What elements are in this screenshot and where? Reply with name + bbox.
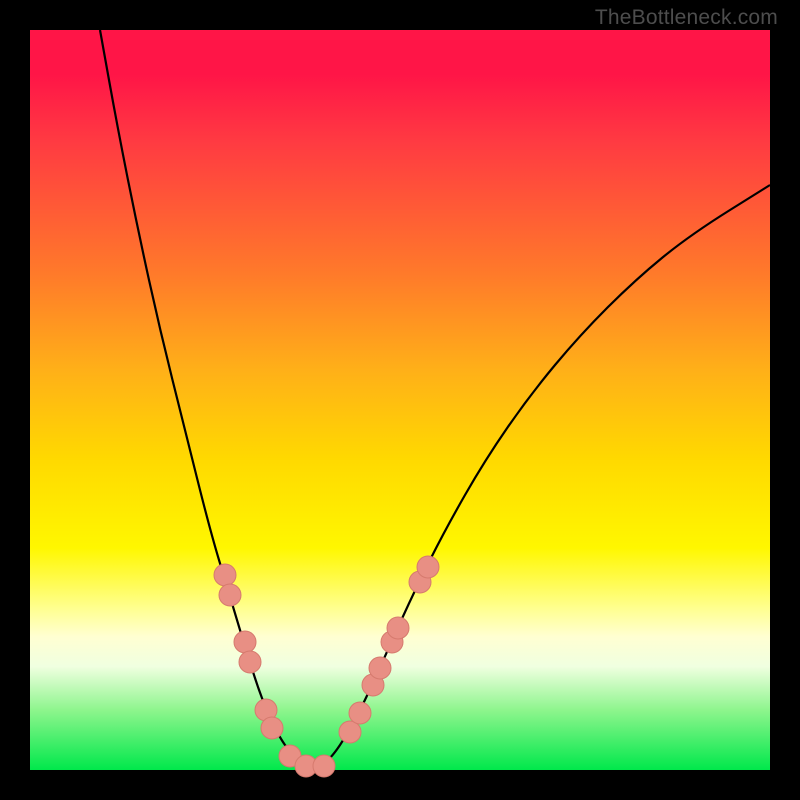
marker-point xyxy=(219,584,241,606)
outer-frame: TheBottleneck.com xyxy=(0,0,800,800)
watermark-text: TheBottleneck.com xyxy=(595,6,778,30)
marker-point xyxy=(313,755,335,777)
plot-area xyxy=(30,30,770,770)
marker-point xyxy=(417,556,439,578)
curve-left-branch xyxy=(100,30,315,768)
marker-point xyxy=(339,721,361,743)
marker-point xyxy=(369,657,391,679)
marker-point xyxy=(214,564,236,586)
marker-group xyxy=(214,556,439,777)
marker-point xyxy=(387,617,409,639)
marker-point xyxy=(261,717,283,739)
marker-point xyxy=(349,702,371,724)
marker-point xyxy=(239,651,261,673)
curve-svg xyxy=(30,30,770,770)
marker-point xyxy=(234,631,256,653)
